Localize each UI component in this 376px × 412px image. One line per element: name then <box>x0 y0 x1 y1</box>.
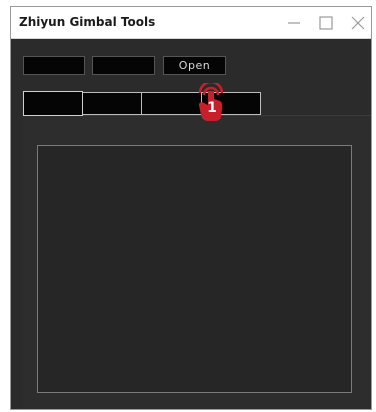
window-title: Zhiyun Gimbal Tools <box>19 15 156 29</box>
step-marker: 1 <box>191 80 231 127</box>
tab-1[interactable] <box>23 91 83 116</box>
minimize-button[interactable] <box>283 12 305 34</box>
preview-area <box>37 145 352 393</box>
tab-2[interactable] <box>83 92 142 115</box>
minimize-icon <box>288 22 300 24</box>
open-button[interactable]: Open <box>163 56 226 75</box>
close-button[interactable] <box>347 12 369 34</box>
toolbar-button-1[interactable] <box>23 56 85 75</box>
maximize-button[interactable] <box>315 12 337 34</box>
toolbar-button-2[interactable] <box>92 56 155 75</box>
close-icon <box>351 16 365 30</box>
step-number: 1 <box>207 100 217 116</box>
maximize-icon <box>319 16 333 30</box>
app-window: Zhiyun Gimbal Tools Open 1 <box>10 6 372 410</box>
title-bar[interactable]: Zhiyun Gimbal Tools <box>11 7 371 39</box>
